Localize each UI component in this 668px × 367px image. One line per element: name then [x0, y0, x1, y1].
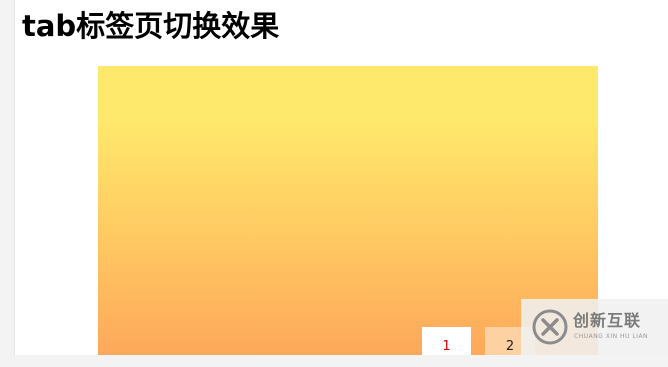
tab-1[interactable]: 1: [422, 327, 471, 355]
watermark-brand-name: 创新互联: [573, 311, 642, 330]
watermark: 创新互联 CHUANG XIN HU LIAN: [521, 299, 668, 355]
x-logo-icon: [532, 309, 568, 345]
watermark-brand-pinyin: CHUANG XIN HU LIAN: [574, 333, 649, 340]
page-title: tab标签页切换效果: [22, 9, 280, 43]
